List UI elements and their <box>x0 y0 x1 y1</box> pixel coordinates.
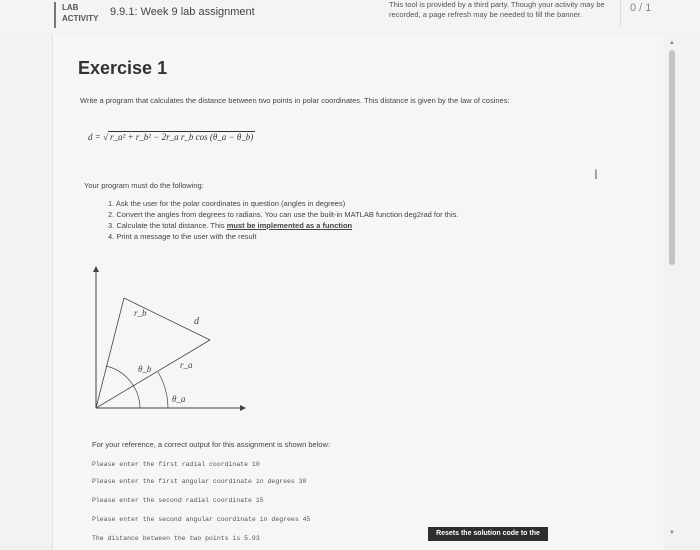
label-d: d <box>194 316 200 327</box>
assignment-title: 9.9.1: Week 9 lab assignment <box>110 6 255 18</box>
scroll-up-icon[interactable]: ▲ <box>669 40 675 46</box>
label-rb: r_b <box>134 308 147 318</box>
step-3-text: 3. Calculate the total distance. This <box>108 221 227 230</box>
step-1: 1. Ask the user for the polar coordinate… <box>108 199 346 208</box>
sample-output-line-2: Please enter the first angular coordinat… <box>92 478 307 485</box>
score-divider <box>620 0 621 26</box>
vector-ra <box>95 339 211 409</box>
theta-a-arc <box>157 371 169 409</box>
reference-intro: For your reference, a correct output for… <box>92 440 331 449</box>
third-party-line2: recorded, a page refresh may be needed t… <box>389 10 583 19</box>
lab-tag-line1: LAB <box>62 3 79 12</box>
lab-activity-tag: LAB ACTIVITY <box>54 2 106 28</box>
x-axis-arrow <box>240 405 246 411</box>
scrollbar-thumb[interactable] <box>669 50 675 265</box>
requirements-list: 1. Ask the user for the polar coordinate… <box>108 198 458 242</box>
y-axis-arrow <box>93 266 99 272</box>
sample-output-line-4: Please enter the second angular coordina… <box>92 516 311 523</box>
step-3: 3. Calculate the total distance. This mu… <box>108 220 458 231</box>
label-theta-b: θ_b <box>138 364 152 374</box>
vector-rb <box>95 297 125 409</box>
lab-tag-line2: ACTIVITY <box>62 14 99 23</box>
scroll-down-icon[interactable]: ▼ <box>669 530 675 536</box>
polar-diagram: r_b d r_a θ_b θ_a <box>93 266 246 411</box>
label-ra: r_a <box>180 360 193 370</box>
theta-b-arc <box>105 365 141 409</box>
step-4: 4. Print a message to the user with the … <box>108 232 257 241</box>
formula-rhs: r_a² + r_b² − 2r_a r_b cos (θ_a − θ_b) <box>108 131 256 142</box>
law-of-cosines-formula: d = √ r_a² + r_b² − 2r_a r_b cos (θ_a − θ… <box>88 131 256 142</box>
label-theta-a: θ_a <box>172 394 186 404</box>
sample-output-line-3: Please enter the second radial coordinat… <box>92 497 264 504</box>
exercise-description: Write a program that calculates the dist… <box>80 96 510 105</box>
sample-output-line-1: Please enter the first radial coordinate… <box>92 461 260 468</box>
reset-solution-button[interactable]: Resets the solution code to the <box>428 527 548 541</box>
score-display: 0 / 1 <box>630 2 652 14</box>
top-banner: LAB ACTIVITY 9.9.1: Week 9 lab assignmen… <box>0 0 700 32</box>
sample-output-line-5: The distance between the two points is 5… <box>92 535 260 542</box>
requirements-intro: Your program must do the following: <box>84 181 204 190</box>
formula-lhs: d = <box>88 132 104 142</box>
text-cursor-icon: I <box>594 166 598 182</box>
step-2: 2. Convert the angles from degrees to ra… <box>108 210 459 219</box>
third-party-line1: This tool is provided by a third party. … <box>389 0 605 9</box>
exercise-heading: Exercise 1 <box>78 58 168 78</box>
step-3-emphasis: must be implemented as a function <box>226 221 353 230</box>
third-party-notice: This tool is provided by a third party. … <box>389 0 619 20</box>
